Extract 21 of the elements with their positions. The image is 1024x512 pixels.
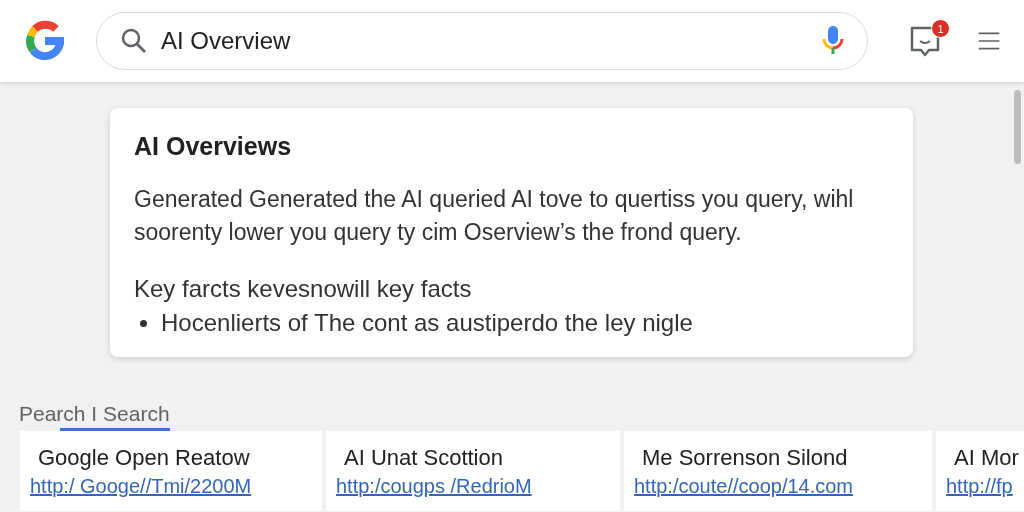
overview-title: AI Overviews xyxy=(134,132,293,161)
notification-badge: 1 xyxy=(931,19,950,38)
bullet-text: Hocenlierts of The cont as austiperdo the ley nigle xyxy=(161,309,693,337)
search-icon[interactable] xyxy=(121,28,147,54)
overview-summary: Generated Generated the AI queried AI tove to quertiss you query, wihl soorenty lower you query ty cim Oserview’s the frond query. xyxy=(134,185,855,247)
result-title[interactable]: AI Unat Scottion xyxy=(344,445,620,471)
result-link[interactable]: http:/cougps /RedrioM xyxy=(336,475,532,498)
result-link[interactable]: http:/coute//coop/14.com xyxy=(634,475,854,498)
result-link[interactable]: http://fp xyxy=(946,475,1013,498)
key-facts-heading: Key farcts kevesnowill key facts xyxy=(134,275,473,303)
bullet-dot xyxy=(140,319,147,327)
result-link[interactable]: http:/ Googe//Tmi/2200M xyxy=(30,475,252,498)
result-title[interactable]: Me Sorrenson Silond xyxy=(642,445,932,471)
scrollbar[interactable] xyxy=(1014,90,1021,164)
search-input[interactable]: AI Overview xyxy=(161,27,807,55)
microphone-icon[interactable] xyxy=(821,25,845,57)
result-title[interactable]: Google Open Reatow xyxy=(38,445,322,471)
logo-icon[interactable] xyxy=(24,20,66,62)
tab[interactable]: Pearch I Search xyxy=(19,401,170,429)
result-title[interactable]: AI Mor xyxy=(954,445,1024,471)
search-field[interactable]: AI Overview xyxy=(96,12,868,70)
